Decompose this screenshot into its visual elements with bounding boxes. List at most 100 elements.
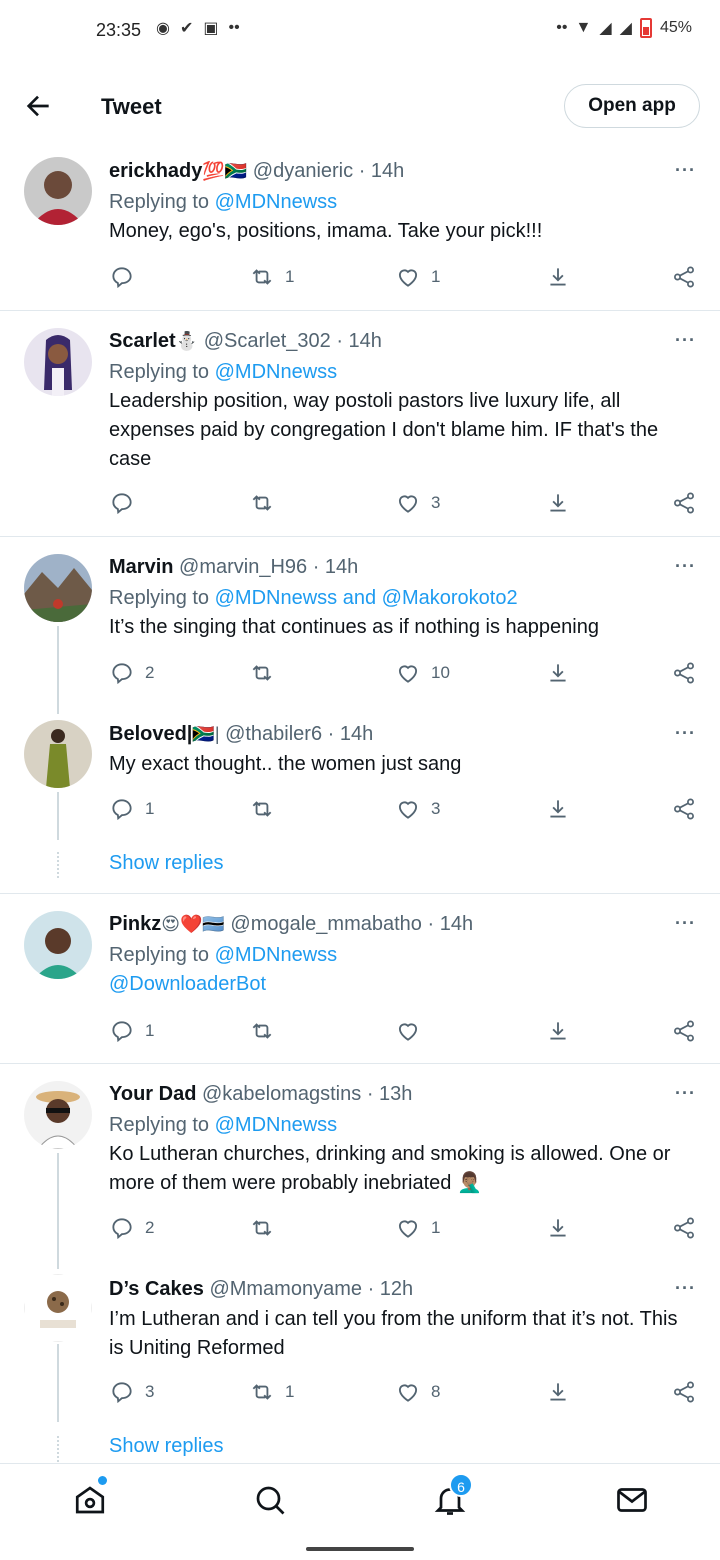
tweet-meta: Marvin @marvin_H96 · 14h xyxy=(109,553,690,581)
search-tab[interactable] xyxy=(252,1482,288,1518)
share-button[interactable] xyxy=(545,1215,571,1241)
share-link-button[interactable] xyxy=(671,1018,697,1044)
thread-line xyxy=(57,1344,59,1422)
replying-to-label: Replying to xyxy=(109,1114,210,1136)
mention-link[interactable]: @MDNnewss xyxy=(215,361,338,383)
avatar[interactable] xyxy=(24,911,92,979)
like-button[interactable]: 1 xyxy=(395,1215,440,1241)
share-icon xyxy=(550,1219,566,1237)
mention-link[interactable]: @MDNnewss xyxy=(215,191,338,213)
reply-icon xyxy=(112,267,132,289)
user-handle: @marvin_H96 xyxy=(179,556,308,578)
avatar[interactable] xyxy=(24,157,92,225)
retweet-count: 1 xyxy=(285,1382,295,1401)
reply-button[interactable]: 3 xyxy=(109,1379,154,1405)
replying-to: Replying to @MDNnewss xyxy=(109,187,690,217)
like-button[interactable]: 3 xyxy=(395,796,440,822)
mention-link[interactable]: @DownloaderBot xyxy=(109,973,266,995)
notifications-badge: 6 xyxy=(449,1473,473,1497)
more-options-button[interactable]: ··· xyxy=(675,1278,696,1299)
share-button[interactable] xyxy=(545,1018,571,1044)
retweet-icon xyxy=(252,495,272,511)
avatar[interactable] xyxy=(24,1081,92,1149)
retweet-button[interactable] xyxy=(249,1215,285,1241)
mention-link[interactable]: @MDNnewss and @Makorokoto2 xyxy=(215,587,518,609)
show-replies-link[interactable]: Show replies xyxy=(109,1435,224,1458)
share-icon xyxy=(550,268,566,286)
home-tab[interactable] xyxy=(72,1482,108,1518)
retweet-button[interactable] xyxy=(249,796,285,822)
reply-button[interactable]: 1 xyxy=(109,796,154,822)
share-link-button[interactable] xyxy=(671,1379,697,1405)
share-button[interactable] xyxy=(545,1379,571,1405)
battery-percent: 45% xyxy=(659,19,692,36)
more-options-button[interactable]: ··· xyxy=(675,330,696,351)
avatar[interactable] xyxy=(24,328,92,396)
like-button[interactable]: 1 xyxy=(395,264,440,290)
share-link-button[interactable] xyxy=(671,490,697,516)
reply-button[interactable]: 1 xyxy=(109,1018,154,1044)
user-name[interactable]: Pinkz xyxy=(109,913,161,935)
tweet-text: I’m Lutheran and i can tell you from the… xyxy=(109,1308,678,1359)
like-button[interactable]: 8 xyxy=(395,1379,440,1405)
top-app-bar: Tweet Open app xyxy=(0,70,720,142)
reply-button[interactable] xyxy=(109,490,145,516)
share-link-button[interactable] xyxy=(671,264,697,290)
share-network-icon xyxy=(674,266,694,288)
gesture-bar xyxy=(306,1547,414,1551)
like-button[interactable]: 3 xyxy=(395,490,440,516)
user-name[interactable]: D’s Cakes xyxy=(109,1278,204,1300)
retweet-button[interactable]: 1 xyxy=(249,1379,294,1405)
mail-icon xyxy=(617,1488,647,1512)
user-name[interactable]: erickhady xyxy=(109,160,202,182)
like-button[interactable]: 10 xyxy=(395,660,450,686)
more-options-button[interactable]: ··· xyxy=(675,556,696,577)
avatar[interactable] xyxy=(24,1274,92,1342)
reply-button[interactable] xyxy=(109,264,145,290)
retweet-button[interactable]: 1 xyxy=(249,264,294,290)
retweet-button[interactable] xyxy=(249,490,285,516)
reply-button[interactable]: 2 xyxy=(109,1215,154,1241)
avatar[interactable] xyxy=(24,554,92,622)
share-link-button[interactable] xyxy=(671,660,697,686)
home-new-dot xyxy=(98,1476,107,1485)
like-icon xyxy=(398,1220,418,1238)
more-options-button[interactable]: ··· xyxy=(675,723,696,744)
mention-link[interactable]: @MDNnewss xyxy=(215,944,338,966)
more-options-button[interactable]: ··· xyxy=(675,1083,696,1104)
share-button[interactable] xyxy=(545,264,571,290)
share-button[interactable] xyxy=(545,796,571,822)
more-options-button[interactable]: ··· xyxy=(675,913,696,934)
retweet-button[interactable] xyxy=(249,660,285,686)
share-button[interactable] xyxy=(545,660,571,686)
user-name[interactable]: Marvin xyxy=(109,556,173,578)
tweet-actions: 3 1 8 xyxy=(109,1379,705,1409)
show-replies-link[interactable]: Show replies xyxy=(109,852,224,875)
more-options-button[interactable]: ··· xyxy=(675,160,696,181)
reply-icon xyxy=(112,799,132,821)
open-app-button[interactable]: Open app xyxy=(564,84,700,128)
mention-link[interactable]: @MDNnewss xyxy=(215,1114,338,1136)
back-arrow-icon[interactable] xyxy=(22,90,54,122)
tweet-time: · 14h xyxy=(336,330,382,352)
user-name[interactable]: Beloved| xyxy=(109,723,192,745)
share-icon xyxy=(550,1383,566,1401)
share-button[interactable] xyxy=(545,490,571,516)
tweet-meta: Pinkz😍❤️🇧🇼 @mogale_mmabatho · 14h xyxy=(109,910,690,938)
reply-icon xyxy=(112,1218,132,1240)
share-link-button[interactable] xyxy=(671,1215,697,1241)
name-emoji: 🇿🇦| xyxy=(192,724,220,744)
user-name[interactable]: Scarlet xyxy=(109,330,176,352)
user-name[interactable]: Your Dad xyxy=(109,1083,196,1105)
reply-button[interactable]: 2 xyxy=(109,660,154,686)
messages-tab[interactable] xyxy=(614,1482,650,1518)
retweet-button[interactable] xyxy=(249,1018,285,1044)
status-time: 23:35 xyxy=(96,20,142,40)
share-link-button[interactable] xyxy=(671,796,697,822)
retweet-count: 1 xyxy=(285,267,295,286)
share-network-icon xyxy=(674,662,694,684)
name-emoji: 😍❤️🇧🇼 xyxy=(161,914,225,934)
status-system-icons: •• ▼ ◢ ◢ 45% xyxy=(556,18,692,38)
avatar[interactable] xyxy=(24,720,92,788)
like-button[interactable] xyxy=(395,1018,431,1044)
